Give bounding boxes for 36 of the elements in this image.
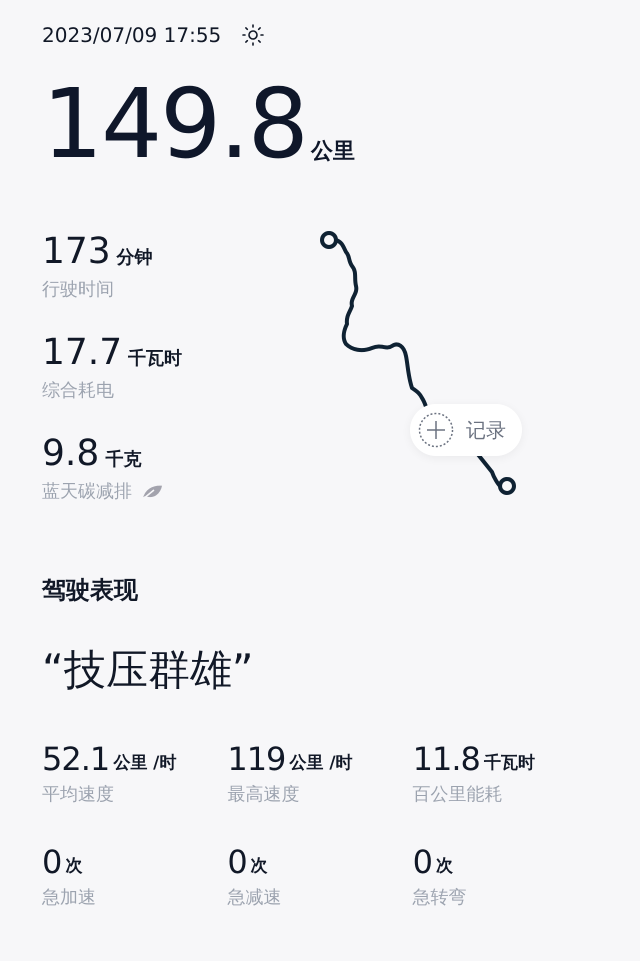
stat-unit: 千克 — [105, 448, 142, 472]
stat-label: 蓝天碳减排 — [42, 480, 132, 504]
stat-unit: 分钟 — [116, 246, 153, 270]
leaf-icon — [140, 482, 164, 500]
stat-label: 最高速度 — [227, 783, 300, 807]
stat-label: 平均速度 — [42, 783, 115, 807]
stat-unit: 千瓦时 — [128, 347, 182, 371]
stat-unit: 次 — [65, 855, 82, 878]
stat-unit: 次 — [250, 855, 268, 878]
stat-label: 行驶时间 — [42, 278, 114, 302]
stat-value: 0 — [412, 844, 432, 880]
stat-label: 综合耗电 — [42, 379, 114, 403]
stat-value: 119 — [227, 741, 286, 777]
stat-value: 52.1 — [42, 741, 110, 777]
distance-value: 149.8 — [42, 76, 307, 172]
stat-value: 0 — [227, 844, 247, 880]
stat-label: 急减速 — [227, 886, 282, 910]
stat-unit: 千瓦时 — [484, 752, 535, 775]
stat-unit: 次 — [436, 855, 454, 878]
stat-label: 急转弯 — [412, 886, 468, 910]
stat-value: 173 — [42, 232, 111, 272]
sun-icon — [241, 23, 266, 47]
record-button[interactable]: 记录 — [410, 404, 522, 456]
stat-value: 0 — [42, 844, 62, 880]
stat-unit: 公里 /时 — [289, 752, 353, 775]
stat-unit: 公里 /时 — [113, 752, 176, 775]
stat-value: 9.8 — [42, 434, 100, 474]
rating-text: “技压群雄” — [42, 644, 255, 696]
section-title: 驾驶表现 — [42, 575, 139, 606]
stat-value: 11.8 — [412, 741, 480, 777]
stat-label: 百公里能耗 — [412, 783, 504, 807]
stat-value: 17.7 — [42, 333, 122, 373]
trip-datetime: 2023/07/09 17:55 — [42, 22, 222, 49]
distance-unit: 公里 — [310, 138, 355, 166]
stat-label: 急加速 — [42, 886, 97, 910]
plus-icon — [418, 412, 454, 448]
